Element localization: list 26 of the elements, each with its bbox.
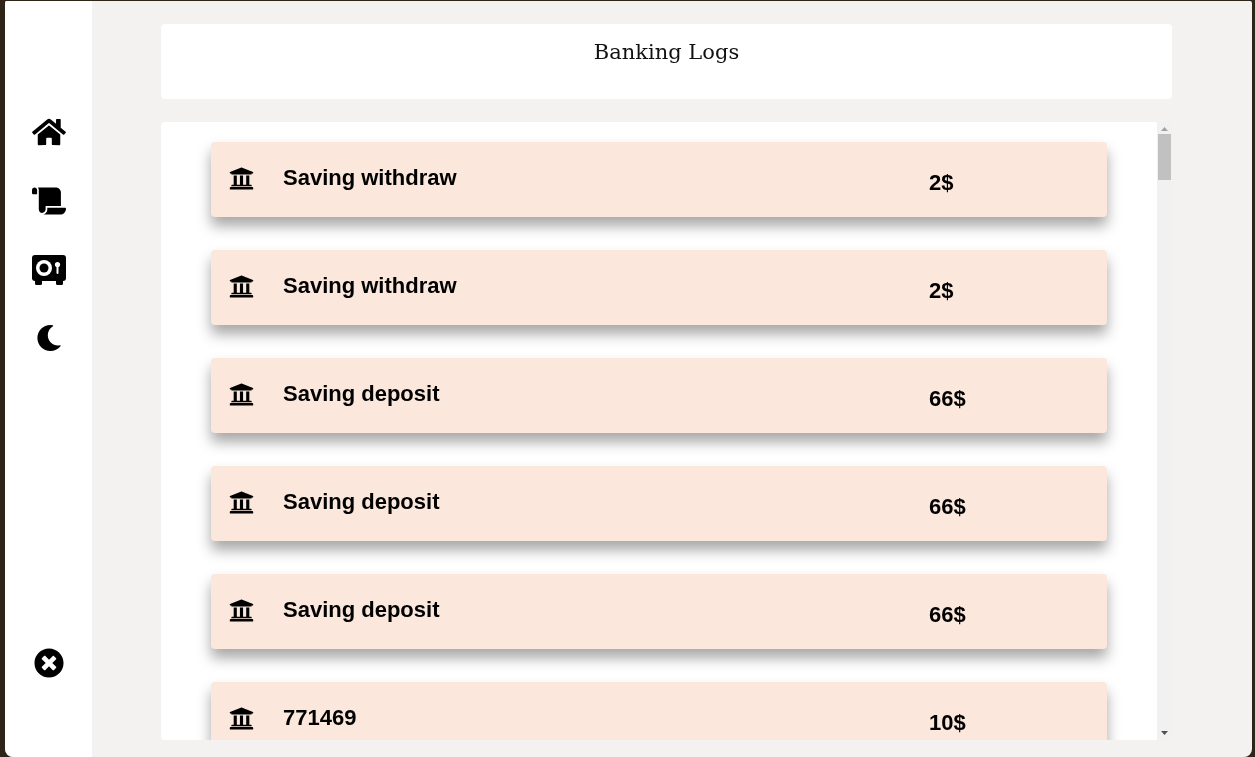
log-title: Saving withdraw bbox=[283, 272, 458, 299]
scrollbar-thumb[interactable] bbox=[1158, 134, 1171, 180]
close-icon[interactable] bbox=[33, 648, 64, 678]
vault-icon[interactable] bbox=[31, 255, 66, 285]
log-amount: 66$ bbox=[929, 493, 967, 520]
log-title: Saving withdraw bbox=[283, 164, 458, 191]
home-icon[interactable] bbox=[31, 117, 66, 147]
moon-icon[interactable] bbox=[35, 325, 62, 351]
log-title: Saving deposit bbox=[283, 488, 441, 515]
log-title: 771469 bbox=[283, 704, 358, 731]
bank-icon bbox=[229, 598, 254, 623]
log-amount: 66$ bbox=[929, 385, 967, 412]
bank-icon bbox=[229, 274, 254, 299]
scroll-icon[interactable] bbox=[31, 187, 66, 215]
bank-icon bbox=[229, 382, 254, 407]
scroll-down-arrow-icon[interactable] bbox=[1161, 731, 1168, 735]
page-title: Banking Logs bbox=[593, 39, 740, 66]
log-amount: 2$ bbox=[929, 169, 955, 196]
log-title: Saving deposit bbox=[283, 380, 441, 407]
log-amount: 10$ bbox=[929, 709, 967, 736]
log-amount: 2$ bbox=[929, 277, 955, 304]
log-amount: 66$ bbox=[929, 601, 967, 628]
bank-icon bbox=[229, 490, 254, 515]
bank-icon bbox=[229, 706, 254, 731]
bank-icon bbox=[229, 166, 254, 191]
log-title: Saving deposit bbox=[283, 596, 441, 623]
